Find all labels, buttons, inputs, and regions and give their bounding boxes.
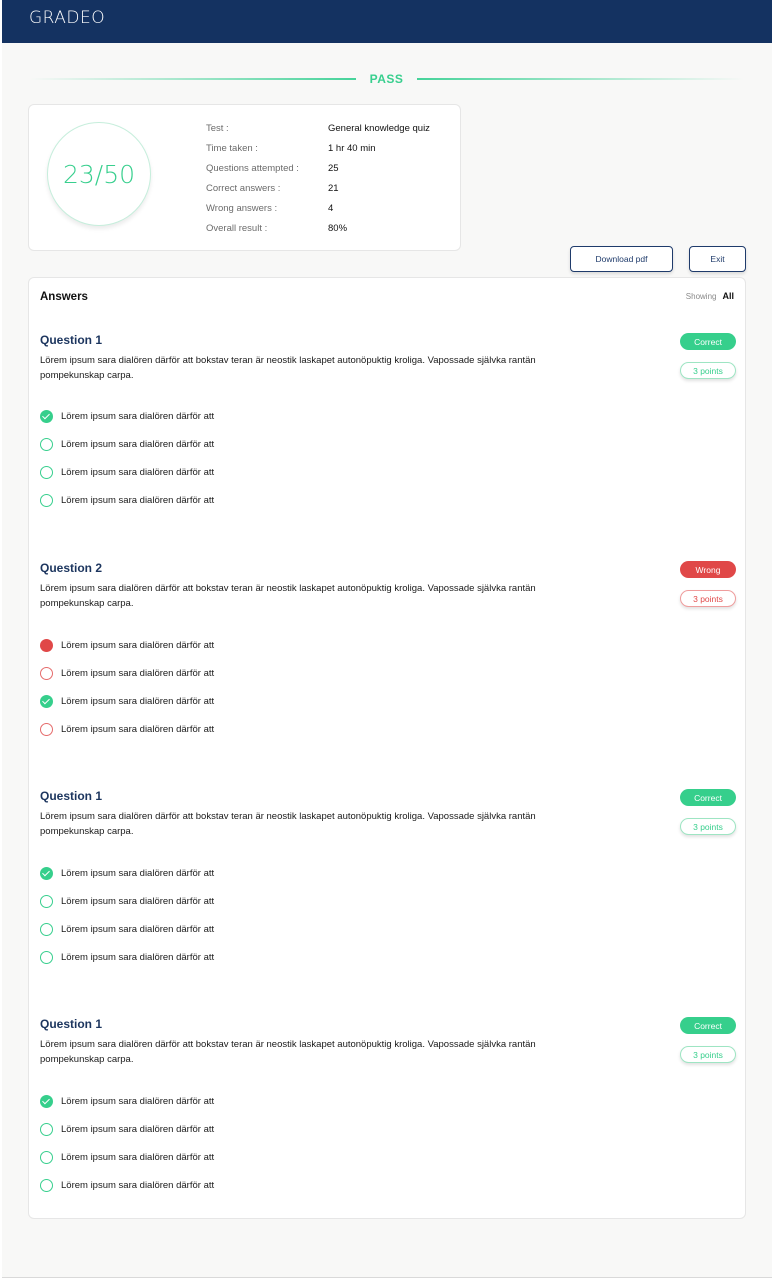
status-badge: Wrong (680, 561, 736, 578)
pass-divider-right (417, 78, 744, 80)
check-circle-icon (40, 866, 53, 880)
question-text: Lörem ipsum sara dialören därför att bok… (40, 355, 536, 381)
option-label: Lörem ipsum sara dialören därför att (61, 410, 215, 422)
filled-circle-icon (40, 638, 53, 652)
option-label: Lörem ipsum sara dialören därför att (61, 723, 215, 735)
top-bar: GRADEO (2, 0, 772, 43)
exit-button[interactable]: Exit (689, 246, 746, 272)
status-badge: Correct (680, 1017, 736, 1034)
stat-label: Correct answers : (206, 183, 281, 194)
question-title: Question 1 (40, 789, 103, 803)
option-label: Lörem ipsum sara dialören därför att (61, 951, 215, 963)
answers-panel: Answers Showing All Question 1 Lörem ipsu… (28, 277, 746, 1219)
result-status: PASS (369, 72, 404, 86)
option-label: Lörem ipsum sara dialören därför att (61, 1179, 215, 1191)
empty-circle-icon (40, 722, 53, 736)
question-card: Question 2 Lörem ipsum sara dialören där… (40, 561, 736, 751)
answer-option[interactable]: Lörem ipsum sara dialören därför att (40, 465, 214, 479)
option-label: Lörem ipsum sara dialören därför att (61, 639, 215, 651)
pass-divider-left (30, 78, 356, 80)
answer-option[interactable]: Lörem ipsum sara dialören därför att (40, 1122, 214, 1136)
answer-option[interactable]: Lörem ipsum sara dialören därför att (40, 409, 214, 423)
showing-label: Showing (685, 292, 717, 301)
score-circle: 23/50 (47, 122, 151, 226)
check-circle-icon (40, 1094, 53, 1108)
answer-option[interactable]: Lörem ipsum sara dialören därför att (40, 950, 214, 964)
answer-option[interactable]: Lörem ipsum sara dialören därför att (40, 493, 214, 507)
stat-value: General knowledge quiz (328, 123, 430, 134)
option-label: Lörem ipsum sara dialören därför att (61, 895, 215, 907)
question-text: Lörem ipsum sara dialören därför att bok… (40, 583, 536, 609)
stat-label: Wrong answers : (206, 203, 278, 214)
empty-circle-icon (40, 1122, 53, 1136)
points-badge: 3 points (680, 818, 736, 835)
question-title: Question 1 (40, 333, 103, 347)
status-badge: Correct (680, 789, 736, 806)
option-label: Lörem ipsum sara dialören därför att (61, 1095, 215, 1107)
question-card: Question 1 Lörem ipsum sara dialören där… (40, 333, 736, 523)
points-badge: 3 points (680, 362, 736, 379)
stat-value: 4 (328, 203, 334, 214)
answer-option[interactable]: Lörem ipsum sara dialören därför att (40, 666, 214, 680)
question-card: Question 1 Lörem ipsum sara dialören där… (40, 1017, 736, 1207)
empty-circle-icon (40, 465, 53, 479)
empty-circle-icon (40, 437, 53, 451)
option-label: Lörem ipsum sara dialören därför att (61, 867, 215, 879)
option-label: Lörem ipsum sara dialören därför att (61, 466, 215, 478)
stat-label: Test : (206, 123, 229, 134)
answer-option[interactable]: Lörem ipsum sara dialören därför att (40, 437, 214, 451)
answer-option[interactable]: Lörem ipsum sara dialören därför att (40, 894, 214, 908)
question-title: Question 1 (40, 1017, 103, 1031)
score-value: 23/50 (62, 159, 136, 189)
check-circle-icon (40, 694, 53, 708)
option-label: Lörem ipsum sara dialören därför att (61, 695, 215, 707)
question-title: Question 2 (40, 561, 103, 575)
showing-filter[interactable]: Showing All (686, 291, 734, 301)
showing-value[interactable]: All (722, 291, 734, 301)
question-card: Question 1 Lörem ipsum sara dialören där… (40, 789, 736, 979)
stat-label: Overall result : (206, 223, 268, 234)
summary-card: 23/50 Test : General knowledge quiz Time… (28, 104, 461, 251)
empty-circle-icon (40, 950, 53, 964)
option-label: Lörem ipsum sara dialören därför att (61, 494, 215, 506)
empty-circle-icon (40, 493, 53, 507)
stat-label: Questions attempted : (206, 163, 299, 174)
brand-logo[interactable]: GRADEO (29, 8, 105, 28)
stat-value: 25 (328, 163, 339, 174)
answer-option[interactable]: Lörem ipsum sara dialören därför att (40, 922, 214, 936)
download-pdf-button[interactable]: Download pdf (570, 246, 673, 272)
option-label: Lörem ipsum sara dialören därför att (61, 1151, 215, 1163)
empty-circle-icon (40, 666, 53, 680)
empty-circle-icon (40, 1178, 53, 1192)
answer-option[interactable]: Lörem ipsum sara dialören därför att (40, 866, 214, 880)
stat-value: 21 (328, 183, 339, 194)
empty-circle-icon (40, 894, 53, 908)
stat-value: 1 hr 40 min (328, 143, 376, 154)
option-label: Lörem ipsum sara dialören därför att (61, 667, 215, 679)
answer-option[interactable]: Lörem ipsum sara dialören därför att (40, 1178, 214, 1192)
option-label: Lörem ipsum sara dialören därför att (61, 1123, 215, 1135)
empty-circle-icon (40, 1150, 53, 1164)
points-badge: 3 points (680, 590, 736, 607)
question-text: Lörem ipsum sara dialören därför att bok… (40, 811, 536, 837)
answer-option[interactable]: Lörem ipsum sara dialören därför att (40, 722, 214, 736)
answer-option[interactable]: Lörem ipsum sara dialören därför att (40, 694, 214, 708)
answer-option[interactable]: Lörem ipsum sara dialören därför att (40, 638, 214, 652)
status-badge: Correct (680, 333, 736, 350)
check-circle-icon (40, 409, 53, 423)
empty-circle-icon (40, 922, 53, 936)
answers-title: Answers (40, 291, 88, 303)
answer-option[interactable]: Lörem ipsum sara dialören därför att (40, 1150, 214, 1164)
option-label: Lörem ipsum sara dialören därför att (61, 923, 215, 935)
answer-option[interactable]: Lörem ipsum sara dialören därför att (40, 1094, 214, 1108)
points-badge: 3 points (680, 1046, 736, 1063)
stat-label: Time taken : (206, 143, 258, 154)
stat-value: 80% (328, 223, 348, 234)
question-text: Lörem ipsum sara dialören därför att bok… (40, 1039, 536, 1065)
option-label: Lörem ipsum sara dialören därför att (61, 438, 215, 450)
